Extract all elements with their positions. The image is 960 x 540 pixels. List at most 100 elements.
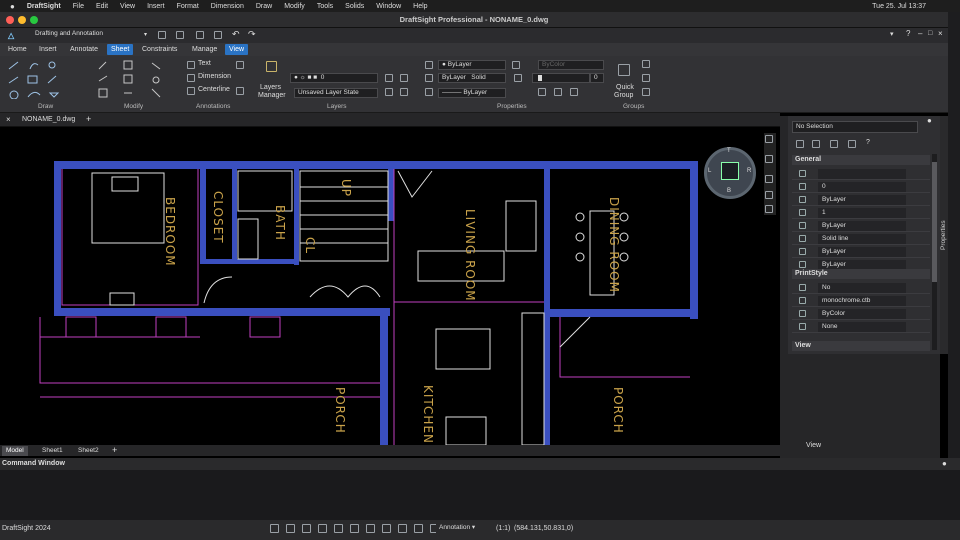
undo-icon[interactable]: ↶ xyxy=(232,29,240,40)
color-dropdown[interactable]: ● ByLayer xyxy=(438,60,506,70)
draw-tool-icons[interactable] xyxy=(6,59,76,99)
scrollbar-thumb[interactable] xyxy=(932,162,937,282)
status-toggle-icon[interactable] xyxy=(350,524,359,533)
property-value[interactable]: ByLayer xyxy=(818,221,906,231)
properties-vertical-tab-top[interactable]: Properties xyxy=(940,116,948,354)
property-value[interactable]: monochrome.ctb xyxy=(818,296,906,306)
command-window-input[interactable] xyxy=(0,470,960,520)
property-value[interactable] xyxy=(818,169,906,179)
quick-group-label1[interactable]: Quick xyxy=(616,84,634,91)
general-row[interactable]: 1 xyxy=(792,206,930,219)
toggle-pickadd-icon[interactable] xyxy=(830,140,838,148)
property-value[interactable]: 1 xyxy=(818,208,906,218)
menu-item-file[interactable]: File xyxy=(73,3,84,10)
general-row[interactable]: ByLayer xyxy=(792,219,930,232)
window-minimize-icon[interactable]: – xyxy=(918,29,922,38)
general-row[interactable]: ByLayer xyxy=(792,193,930,206)
add-sheet-icon[interactable]: + xyxy=(112,445,117,455)
prop-icon-b[interactable] xyxy=(554,88,562,96)
centerline-button[interactable]: Centerline xyxy=(198,86,230,93)
prop-icon-c[interactable] xyxy=(570,88,578,96)
match-properties-icon[interactable] xyxy=(512,61,520,69)
save-icon[interactable] xyxy=(196,31,204,39)
viewcube-center[interactable] xyxy=(721,162,739,180)
app-logo-icon[interactable]: △ xyxy=(8,31,18,40)
tab-annotate[interactable]: Annotate xyxy=(66,44,102,55)
filter-icon[interactable] xyxy=(848,140,856,148)
help-icon[interactable]: ? xyxy=(906,29,910,38)
menu-item-help[interactable]: Help xyxy=(413,3,427,10)
tab-home[interactable]: Home xyxy=(4,44,31,55)
quick-select-icon[interactable] xyxy=(796,140,804,148)
slider-handle[interactable] xyxy=(538,75,542,81)
layer-icon-1[interactable] xyxy=(385,74,393,82)
property-value[interactable]: ByColor xyxy=(818,309,906,319)
menu-item-window[interactable]: Window xyxy=(376,3,401,10)
ribbon-collapse-icon[interactable]: ▾ xyxy=(890,30,894,38)
tab-model[interactable]: Model xyxy=(2,446,28,456)
dimension-icon[interactable] xyxy=(187,74,195,82)
properties-side-label[interactable]: Properties xyxy=(940,220,947,250)
help-icon-panel[interactable]: ? xyxy=(866,139,870,146)
menu-item-dimension[interactable]: Dimension xyxy=(211,3,244,10)
viewcube-right[interactable]: R xyxy=(747,168,751,174)
tab-view[interactable]: View xyxy=(225,44,249,55)
layer-state-dropdown[interactable]: Unsaved Layer State xyxy=(294,88,378,98)
drawing-canvas[interactable]: BEDROOM CLOSET BATH CL UP LIVING ROOM DI… xyxy=(0,127,780,446)
viewcube-bottom[interactable]: B xyxy=(727,188,731,194)
group-icon-2[interactable] xyxy=(642,74,650,82)
viewcube-top[interactable]: T xyxy=(727,148,731,154)
window-restore-icon[interactable]: □ xyxy=(928,30,932,37)
nav-icon-1[interactable] xyxy=(765,135,773,143)
nav-icon-5[interactable] xyxy=(765,205,773,213)
modify-tool-icons[interactable] xyxy=(96,59,172,99)
tab-sheet1[interactable]: Sheet1 xyxy=(38,446,67,456)
general-row[interactable]: Solid line xyxy=(792,232,930,245)
window-close-icon[interactable]: × xyxy=(938,29,943,38)
menu-item-draw[interactable]: Draw xyxy=(256,3,272,10)
status-toggle-icon[interactable] xyxy=(318,524,327,533)
dimension-button[interactable]: Dimension xyxy=(198,73,231,80)
layer-icon-4[interactable] xyxy=(400,88,408,96)
printstyle-row[interactable]: No xyxy=(792,281,930,294)
print-icon[interactable] xyxy=(214,31,222,39)
property-value[interactable]: No xyxy=(818,283,906,293)
nav-icon-3[interactable] xyxy=(765,175,773,183)
view-navigator[interactable]: T R B L xyxy=(704,147,756,199)
quick-group-icon[interactable] xyxy=(618,64,630,76)
panel-close-icon[interactable]: ● xyxy=(927,116,932,125)
linestyle-dropdown[interactable]: ByLayer Solid xyxy=(438,73,506,83)
group-icon-3[interactable] xyxy=(642,88,650,96)
tab-manage[interactable]: Manage xyxy=(188,44,221,55)
workspace-chevron-icon[interactable]: ▾ xyxy=(144,31,147,38)
annotation-tool-icon[interactable] xyxy=(236,61,244,69)
annotation-scale-dropdown[interactable]: Annotation ▾ xyxy=(436,524,494,534)
lineweight-dropdown[interactable]: ——— ByLayer xyxy=(438,88,506,98)
selection-dropdown[interactable]: No Selection xyxy=(792,121,918,133)
layer-icon-2[interactable] xyxy=(400,74,408,82)
nav-icon-2[interactable] xyxy=(765,155,773,163)
menu-item-format[interactable]: Format xyxy=(177,3,199,10)
workspace-dropdown[interactable]: Drafting and Annotation xyxy=(32,30,150,40)
printstyle-row[interactable]: None xyxy=(792,320,930,333)
new-file-icon[interactable] xyxy=(158,31,166,39)
leader-icon[interactable] xyxy=(236,87,244,95)
status-toggle-icon[interactable] xyxy=(382,524,391,533)
group-icon-1[interactable] xyxy=(642,60,650,68)
menu-item-tools[interactable]: Tools xyxy=(317,3,333,10)
status-toggle-icon[interactable] xyxy=(366,524,375,533)
layers-manager-label1[interactable]: Layers xyxy=(260,84,281,91)
menu-item-edit[interactable]: Edit xyxy=(96,3,108,10)
printstyle-header[interactable]: PrintStyle xyxy=(792,269,930,279)
viewcube-left[interactable]: L xyxy=(708,168,711,174)
tab-insert[interactable]: Insert xyxy=(35,44,61,55)
general-row[interactable]: 0 xyxy=(792,180,930,193)
menu-item-solids[interactable]: Solids xyxy=(345,3,364,10)
transparency-value[interactable]: 0 xyxy=(590,73,604,83)
layers-manager-label2[interactable]: Manager xyxy=(258,92,286,99)
printstyle-row[interactable]: ByColor xyxy=(792,307,930,320)
status-toggle-icon[interactable] xyxy=(414,524,423,533)
status-toggle-icon[interactable] xyxy=(286,524,295,533)
text-icon[interactable] xyxy=(187,61,195,69)
document-tab[interactable]: NONAME_0.dwg xyxy=(22,116,75,123)
